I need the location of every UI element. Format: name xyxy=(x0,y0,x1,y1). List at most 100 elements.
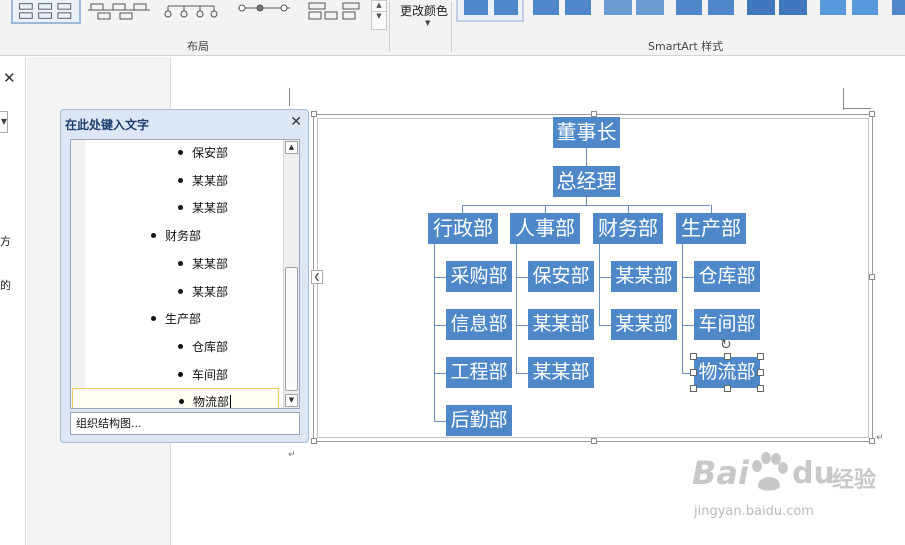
org-node-subdepartment[interactable]: 后勤部 xyxy=(446,405,512,436)
paw-icon xyxy=(752,452,788,491)
bullet-icon xyxy=(178,177,183,183)
shape-resize-handle[interactable] xyxy=(690,369,697,376)
text-list-box[interactable]: 保安部 某某部 某某部 财务部 某某部 某某部 生产部 仓库部 车间部 物流部 ▲ ▼ xyxy=(70,139,300,409)
text-pane-item[interactable]: 财务部 xyxy=(71,222,201,249)
frame-resize-handle[interactable] xyxy=(591,438,597,444)
smartart-text-pane[interactable]: 在此处键入文字 ✕ 保安部 某某部 某某部 财务部 某某部 某某部 生产部 仓库部 车间部 物流部… xyxy=(60,109,309,443)
text-pane-item[interactable]: 仓库部 xyxy=(71,333,228,360)
shape-resize-handle[interactable] xyxy=(690,353,697,360)
layout-thumb-3[interactable] xyxy=(160,0,222,24)
shape-resize-handle[interactable] xyxy=(690,385,697,392)
org-node-manager[interactable]: 总经理 xyxy=(553,166,620,197)
shape-resize-handle[interactable] xyxy=(757,353,764,360)
left-text-fragment: 方 xyxy=(0,235,11,248)
paragraph-mark: ↵ xyxy=(876,433,884,443)
frame-resize-handle[interactable] xyxy=(869,274,875,280)
frame-resize-handle[interactable] xyxy=(869,111,875,117)
org-node-subdepartment[interactable]: 仓库部 xyxy=(694,261,760,292)
org-node-subdepartment[interactable]: 某某部 xyxy=(528,309,594,340)
org-node-subdepartment[interactable]: 某某部 xyxy=(611,261,677,292)
text-pane-item[interactable]: 某某部 xyxy=(71,167,228,194)
text-pane-item[interactable]: 某某部 xyxy=(71,250,228,277)
bullet-icon xyxy=(178,371,183,377)
bullet-icon xyxy=(178,150,183,155)
org-node-subdepartment[interactable]: 某某部 xyxy=(611,309,677,340)
org-node-department[interactable]: 财务部 xyxy=(593,213,663,244)
org-node-department[interactable]: 行政部 xyxy=(428,213,498,244)
connector-line xyxy=(462,205,710,206)
text-pane-item[interactable]: 生产部 xyxy=(71,305,201,332)
frame-resize-handle[interactable] xyxy=(311,438,317,444)
org-node-chairman[interactable]: 董事长 xyxy=(553,117,620,148)
style-thumb-5[interactable] xyxy=(745,0,809,18)
change-colors-button[interactable]: 更改颜色 ▼ xyxy=(400,2,448,27)
hierarchy-circles-icon xyxy=(164,5,218,18)
style-thumb-7[interactable] xyxy=(890,0,905,18)
layout-thumb-5[interactable] xyxy=(305,0,367,24)
text-pane-footer-link[interactable]: 组织结构图... xyxy=(70,412,300,435)
text-pane-item[interactable]: 物流部 xyxy=(72,388,279,409)
style-thumb-3[interactable] xyxy=(602,0,666,18)
chevron-down-icon: ▼ xyxy=(0,117,7,126)
connector-line xyxy=(516,325,528,326)
text-cursor xyxy=(230,395,232,408)
chevron-down-icon[interactable]: ▼ xyxy=(285,394,298,407)
scrollbar-thumb[interactable] xyxy=(285,267,298,391)
chevron-up-icon[interactable]: ▲ xyxy=(285,141,298,154)
style-thumb-4[interactable] xyxy=(674,0,738,18)
org-node-subdepartment[interactable]: 保安部 xyxy=(528,261,594,292)
close-icon[interactable]: ✕ xyxy=(290,114,302,130)
connector-line xyxy=(682,277,694,278)
style-thumb-1[interactable] xyxy=(456,0,524,22)
crop-mark xyxy=(843,108,871,109)
bullet-icon xyxy=(178,343,183,349)
text-pane-item[interactable]: 车间部 xyxy=(71,361,228,388)
connector-line xyxy=(516,277,528,278)
more-icon[interactable]: ▼ xyxy=(372,11,386,21)
text-pane-item-label: 物流部 xyxy=(193,395,230,409)
watermark-bai: Bai xyxy=(692,454,749,492)
layout-gallery-scroll[interactable]: ▲ ▼ xyxy=(371,0,387,30)
frame-resize-handle[interactable] xyxy=(311,111,317,117)
shape-resize-handle[interactable] xyxy=(724,353,731,360)
crop-mark xyxy=(843,88,844,110)
org-node-subdepartment[interactable]: 某某部 xyxy=(528,357,594,388)
org-layout-icon xyxy=(88,3,150,20)
shape-resize-handle[interactable] xyxy=(757,369,764,376)
connector-line xyxy=(434,421,446,422)
close-icon[interactable]: ✕ xyxy=(3,69,16,87)
text-pane-item[interactable]: 某某部 xyxy=(71,194,228,221)
org-node-subdepartment[interactable]: 采购部 xyxy=(446,261,512,292)
layout-thumb-2[interactable] xyxy=(88,0,150,24)
connector-line xyxy=(516,373,528,374)
bullet-icon xyxy=(178,288,183,294)
text-pane-item-label: 保安部 xyxy=(192,146,229,160)
left-dropdown[interactable]: ▼ xyxy=(0,111,8,133)
shape-resize-handle[interactable] xyxy=(724,385,731,392)
connector-line xyxy=(599,277,611,278)
text-pane-scrollbar[interactable]: ▲ ▼ xyxy=(283,140,299,408)
frame-resize-handle[interactable] xyxy=(869,438,875,444)
layout-thumb-1[interactable] xyxy=(11,0,81,24)
org-node-subdepartment[interactable]: 车间部 xyxy=(694,309,760,340)
paragraph-mark: ↵ xyxy=(288,450,296,460)
connector-line xyxy=(434,373,446,374)
org-node-subdepartment[interactable]: 物流部 xyxy=(694,357,760,388)
text-pane-item[interactable]: 某某部 xyxy=(71,278,228,305)
bullet-icon xyxy=(179,399,184,405)
style-thumb-2[interactable] xyxy=(531,0,595,18)
style-thumb-6[interactable] xyxy=(818,0,882,18)
org-node-subdepartment[interactable]: 工程部 xyxy=(446,357,512,388)
text-pane-item[interactable]: 保安部 xyxy=(71,140,229,166)
connector-line xyxy=(586,148,587,166)
org-node-department[interactable]: 生产部 xyxy=(676,213,746,244)
rotate-handle-icon[interactable]: ↻ xyxy=(720,337,732,353)
shape-resize-handle[interactable] xyxy=(757,385,764,392)
expand-text-pane-button[interactable]: ❮ xyxy=(311,270,323,284)
text-pane-item-label: 某某部 xyxy=(192,173,229,188)
chevron-up-icon[interactable]: ▲ xyxy=(372,1,386,11)
org-node-subdepartment[interactable]: 信息部 xyxy=(446,309,512,340)
org-node-department[interactable]: 人事部 xyxy=(510,213,580,244)
layout-thumb-4[interactable] xyxy=(234,0,296,24)
layout-group-label: 布局 xyxy=(187,40,209,53)
